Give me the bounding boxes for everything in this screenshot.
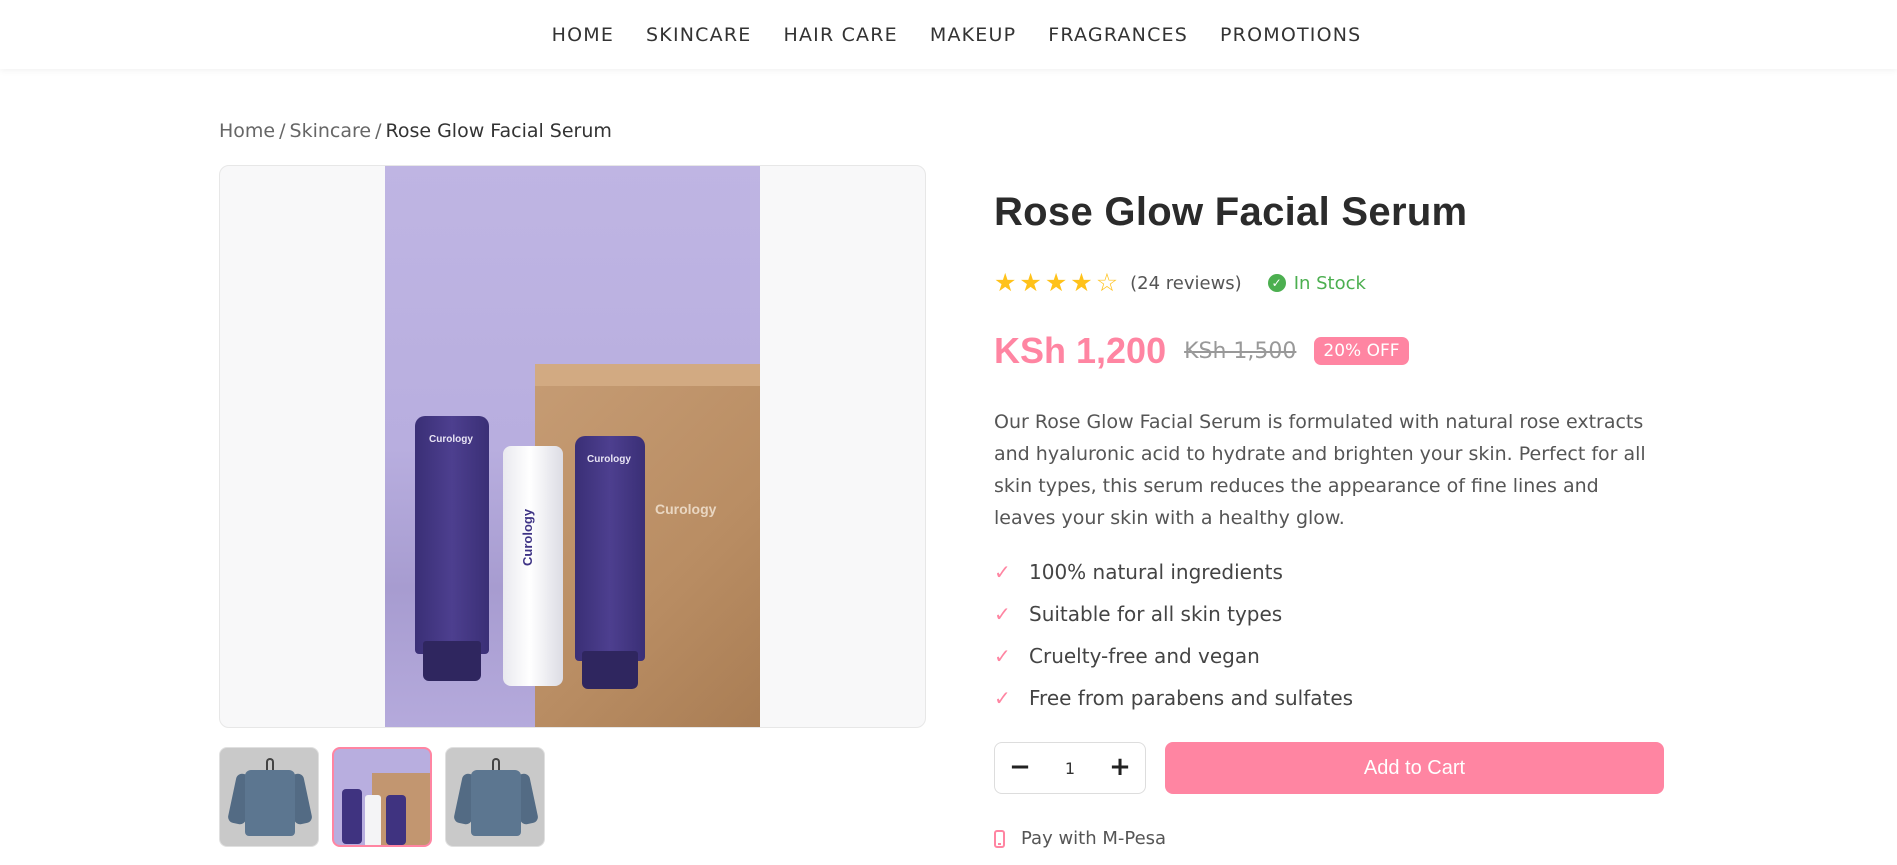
cleanser-tube-cap [423,641,481,681]
star-filled-icon: ★ [1019,268,1042,297]
quantity-stepper: − 1 + [994,742,1146,794]
add-to-cart-button[interactable]: Add to Cart [1165,742,1664,794]
thumbnail-2[interactable] [332,747,432,847]
check-icon: ✓ [994,602,1011,626]
breadcrumb-current: Rose Glow Facial Serum [385,120,612,142]
nav-fragrances[interactable]: FRAGRANCES [1048,24,1188,46]
stock-label: In Stock [1293,272,1366,294]
nav-hair-care[interactable]: HAIR CARE [783,24,897,46]
cleanser-brand-label: Curology [429,434,473,445]
star-filled-icon: ★ [1070,268,1093,297]
feature-label: Free from parabens and sulfates [1029,686,1354,710]
breadcrumb: Home / Skincare / Rose Glow Facial Serum [219,120,612,142]
breadcrumb-separator: / [375,120,382,142]
phone-icon [994,829,1005,848]
check-icon: ✓ [994,644,1011,668]
mini-bottle [365,795,381,845]
payment-label: Pay with M-Pesa [1021,828,1167,849]
thumbnail-3[interactable] [445,747,545,847]
mini-tube [342,789,362,844]
feature-item: ✓ 100% natural ingredients [994,551,1353,593]
payment-option: Pay with M-Pesa [994,828,1166,849]
price-row: KSh 1,200 KSh 1,500 20% OFF [994,330,1409,372]
feature-label: 100% natural ingredients [1029,560,1283,584]
cleanser-tube [415,416,489,654]
box-brand-label: Curology [655,501,717,517]
review-count[interactable]: (24 reviews) [1130,273,1242,294]
feature-item: ✓ Free from parabens and sulfates [994,677,1353,719]
shirt-image [471,770,521,836]
thumbnail-list [219,747,545,847]
feature-label: Suitable for all skin types [1029,602,1283,626]
product-description: Our Rose Glow Facial Serum is formulated… [994,411,1646,529]
check-icon: ✓ [994,560,1011,584]
nav-skincare[interactable]: SKINCARE [646,24,751,46]
product-box-flap [535,364,760,386]
main-product-image[interactable]: Curology Curology Curology Curology [219,165,926,728]
breadcrumb-separator: / [279,120,286,142]
plus-icon[interactable]: + [1107,754,1133,781]
star-rating: ★ ★ ★ ★ ☆ [994,270,1118,296]
discount-badge: 20% OFF [1314,337,1409,365]
stock-status: ✓ In Stock [1267,272,1366,294]
breadcrumb-skincare[interactable]: Skincare [290,120,372,142]
thumbnail-1[interactable] [219,747,319,847]
nav-promotions[interactable]: PROMOTIONS [1220,24,1361,46]
mini-tube [386,795,406,845]
shirt-image [245,770,295,836]
nav-home[interactable]: HOME [552,24,614,46]
bottle-brand-label: Curology [520,508,535,566]
moisturizer-tube [575,436,645,661]
nav-makeup[interactable]: MAKEUP [930,24,1016,46]
serum-bottle [503,446,563,686]
star-filled-icon: ★ [994,268,1017,297]
product-photo: Curology Curology Curology Curology [385,166,760,727]
product-title: Rose Glow Facial Serum [994,190,1468,234]
original-price: KSh 1,500 [1184,338,1297,364]
check-circle-icon: ✓ [1267,274,1286,292]
feature-item: ✓ Suitable for all skin types [994,593,1353,635]
quantity-value[interactable]: 1 [1065,759,1075,778]
feature-list: ✓ 100% natural ingredients ✓ Suitable for … [994,551,1353,719]
feature-item: ✓ Cruelty-free and vegan [994,635,1353,677]
star-empty-icon: ☆ [1095,268,1119,297]
top-navigation: HOME SKINCARE HAIR CARE MAKEUP FRAGRANCE… [0,0,1897,69]
feature-label: Cruelty-free and vegan [1029,644,1260,668]
moisturizer-tube-cap [582,651,638,689]
moisturizer-brand-label: Curology [587,454,631,465]
product-box [535,364,760,727]
breadcrumb-home[interactable]: Home [219,120,275,142]
check-icon: ✓ [994,686,1011,710]
current-price: KSh 1,200 [994,330,1167,371]
minus-icon[interactable]: − [1007,754,1033,781]
star-filled-icon: ★ [1044,268,1068,297]
rating-row: ★ ★ ★ ★ ☆ (24 reviews) ✓ In Stock [994,270,1366,296]
